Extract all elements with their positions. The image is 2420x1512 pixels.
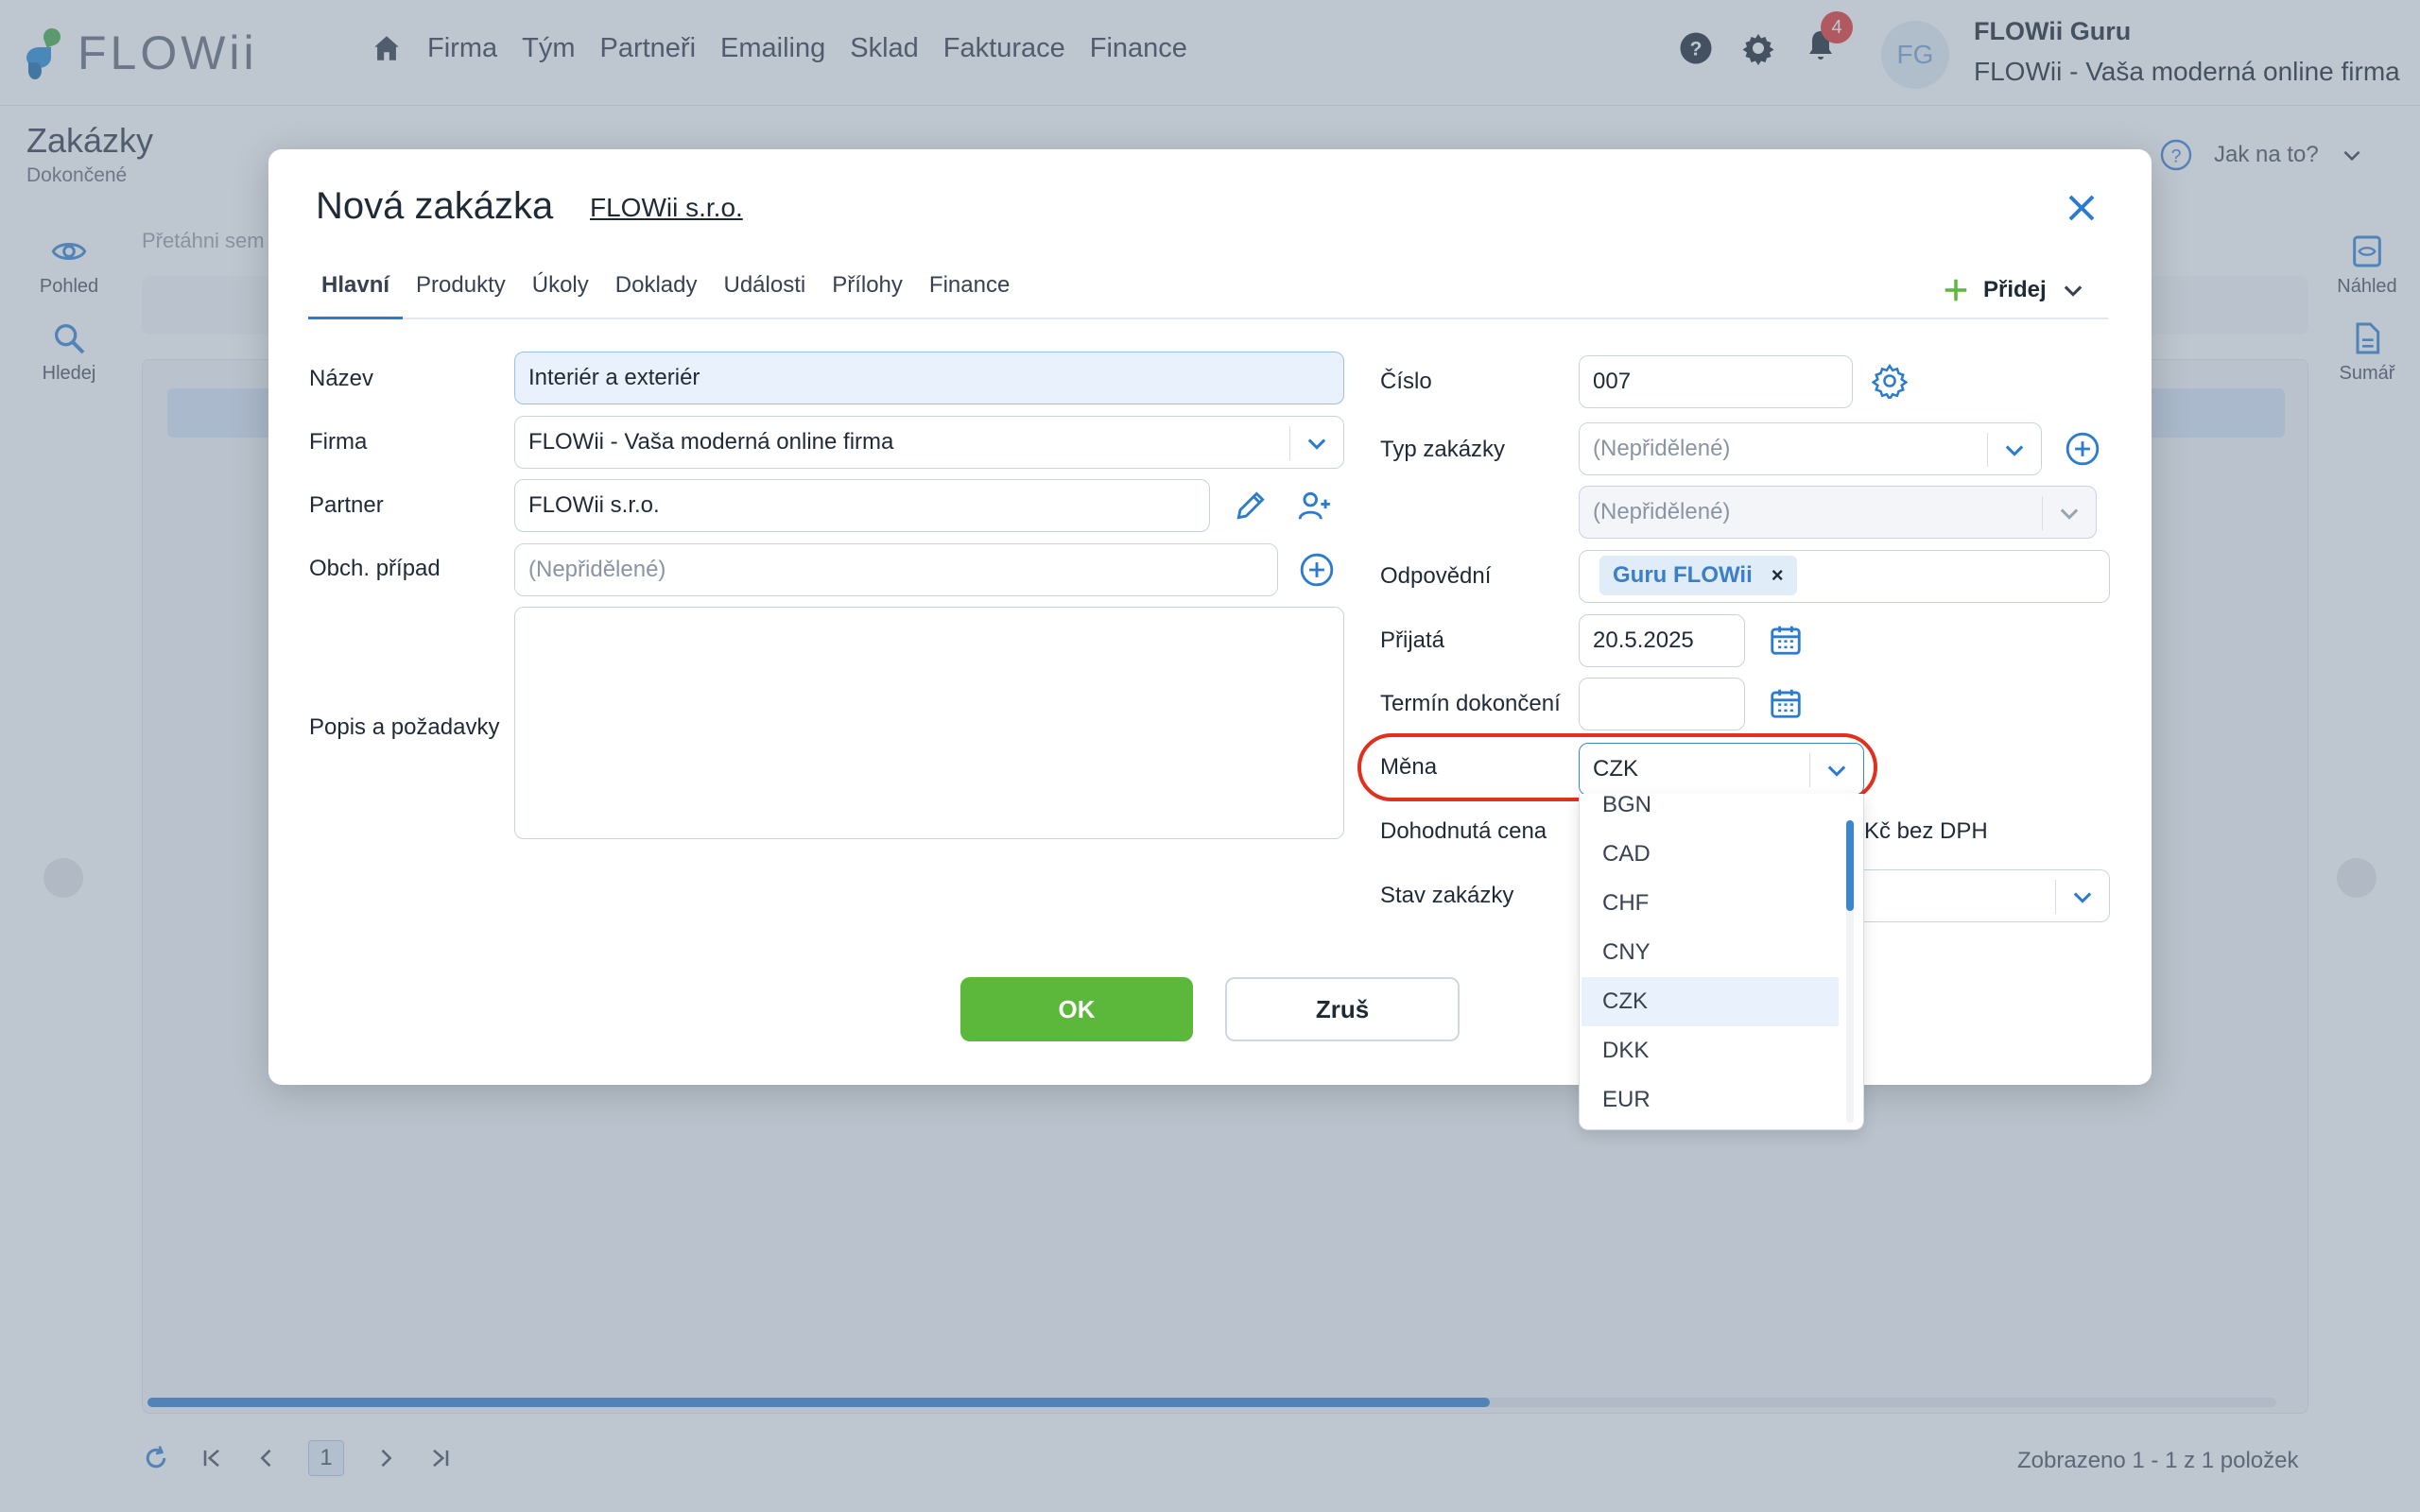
add-circle-icon[interactable] (2065, 431, 2100, 467)
dialog-title: Nová zakázka (316, 185, 554, 227)
typ-zakazky-select[interactable]: (Nepřidělené) (1579, 422, 2042, 475)
plus-icon (1945, 279, 1967, 301)
mena-label: Měna (1380, 754, 1438, 780)
mena-select[interactable]: CZK (1579, 743, 1864, 796)
currency-option-cad[interactable]: CAD (1582, 830, 1839, 879)
obch-pripad-field[interactable]: (Nepřidělené) (514, 543, 1278, 596)
typ-zakazky-label: Typ zakázky (1380, 437, 1506, 462)
cislo-field[interactable]: 007 (1579, 355, 1853, 408)
currency-option-eur[interactable]: EUR (1582, 1075, 1839, 1125)
currency-option-czk[interactable]: CZK (1582, 977, 1839, 1026)
popis-label: Popis a požadavky (309, 714, 500, 740)
dialog-tabs: Hlavní Produkty Úkoly Doklady Události P… (308, 265, 2108, 319)
close-icon[interactable] (2065, 191, 2099, 225)
tab-ukoly[interactable]: Úkoly (519, 265, 602, 319)
chevron-down-icon (1827, 765, 1846, 777)
mena-value: CZK (1593, 756, 1638, 782)
price-suffix: Kč bez DPH (1864, 818, 1988, 844)
cancel-button[interactable]: Zruš (1225, 977, 1460, 1041)
chevron-down-icon (2064, 285, 2082, 297)
currency-option-cny[interactable]: CNY (1582, 928, 1839, 977)
partner-label: Partner (309, 492, 384, 518)
tab-produkty[interactable]: Produkty (403, 265, 519, 319)
tab-finance[interactable]: Finance (916, 265, 1023, 319)
add-circle-icon[interactable] (1299, 552, 1335, 588)
add-button[interactable]: Přidej (1942, 276, 2086, 304)
tab-doklady[interactable]: Doklady (602, 265, 711, 319)
chevron-down-icon (2060, 508, 2079, 520)
odpovedni-label: Odpovědní (1380, 563, 1492, 589)
firma-value: FLOWii - Vaša moderná online firma (528, 429, 894, 455)
assignee-tag: Guru FLOWii × (1599, 556, 1797, 595)
calendar-icon[interactable] (1768, 685, 1804, 721)
chevron-down-icon (1307, 438, 1326, 450)
pencil-icon[interactable] (1233, 488, 1269, 524)
typ-zakazky-value: (Nepřidělené) (1593, 436, 1731, 461)
partner-field[interactable]: FLOWii s.r.o. (514, 479, 1210, 532)
tab-udalosti[interactable]: Události (710, 265, 819, 319)
prijata-date-field[interactable]: 20.5.2025 (1579, 614, 1745, 667)
assignee-name: Guru FLOWii (1613, 562, 1753, 588)
ok-button[interactable]: OK (960, 977, 1193, 1041)
currency-option-bgn[interactable]: BGN (1582, 794, 1839, 830)
termin-date-field[interactable] (1579, 678, 1745, 730)
dropdown-scrollbar[interactable] (1846, 820, 1854, 1123)
stav-zakazky-label: Stav zakázky (1380, 883, 1514, 908)
dohodnuta-cena-label: Dohodnutá cena (1380, 818, 1547, 844)
add-user-icon[interactable] (1297, 488, 1333, 524)
currency-dropdown-list: BGN CAD CHF CNY CZK DKK EUR (1579, 794, 1864, 1130)
nazev-label: Název (309, 366, 374, 391)
company-link[interactable]: FLOWii s.r.o. (590, 193, 743, 223)
currency-option-dkk[interactable]: DKK (1582, 1026, 1839, 1075)
chevron-down-icon (2073, 892, 2092, 903)
tab-hlavni[interactable]: Hlavní (308, 265, 404, 319)
cislo-label: Číslo (1380, 369, 1432, 394)
stav-zakazky-select[interactable] (1824, 869, 2110, 922)
popis-textarea[interactable] (514, 607, 1344, 839)
calendar-icon[interactable] (1768, 622, 1804, 658)
prijata-label: Přijatá (1380, 627, 1445, 653)
currency-option-chf[interactable]: CHF (1582, 879, 1839, 928)
chevron-down-icon (2005, 445, 2024, 456)
obch-pripad-label: Obch. případ (309, 556, 441, 581)
tab-prilohy[interactable]: Přílohy (819, 265, 916, 319)
termin-label: Termín dokončení (1380, 691, 1561, 716)
typ-zakazky-sub-value: (Nepřidělené) (1593, 499, 1731, 524)
firma-select[interactable]: FLOWii - Vaša moderná online firma (514, 416, 1344, 469)
typ-zakazky-sub-select[interactable]: (Nepřidělené) (1579, 486, 2097, 539)
firma-label: Firma (309, 429, 368, 455)
remove-tag-icon[interactable]: × (1772, 563, 1784, 588)
add-label: Přidej (1983, 277, 2047, 302)
nazev-field[interactable]: Interiér a exteriér (514, 352, 1344, 404)
gear-icon[interactable] (1872, 363, 1908, 399)
